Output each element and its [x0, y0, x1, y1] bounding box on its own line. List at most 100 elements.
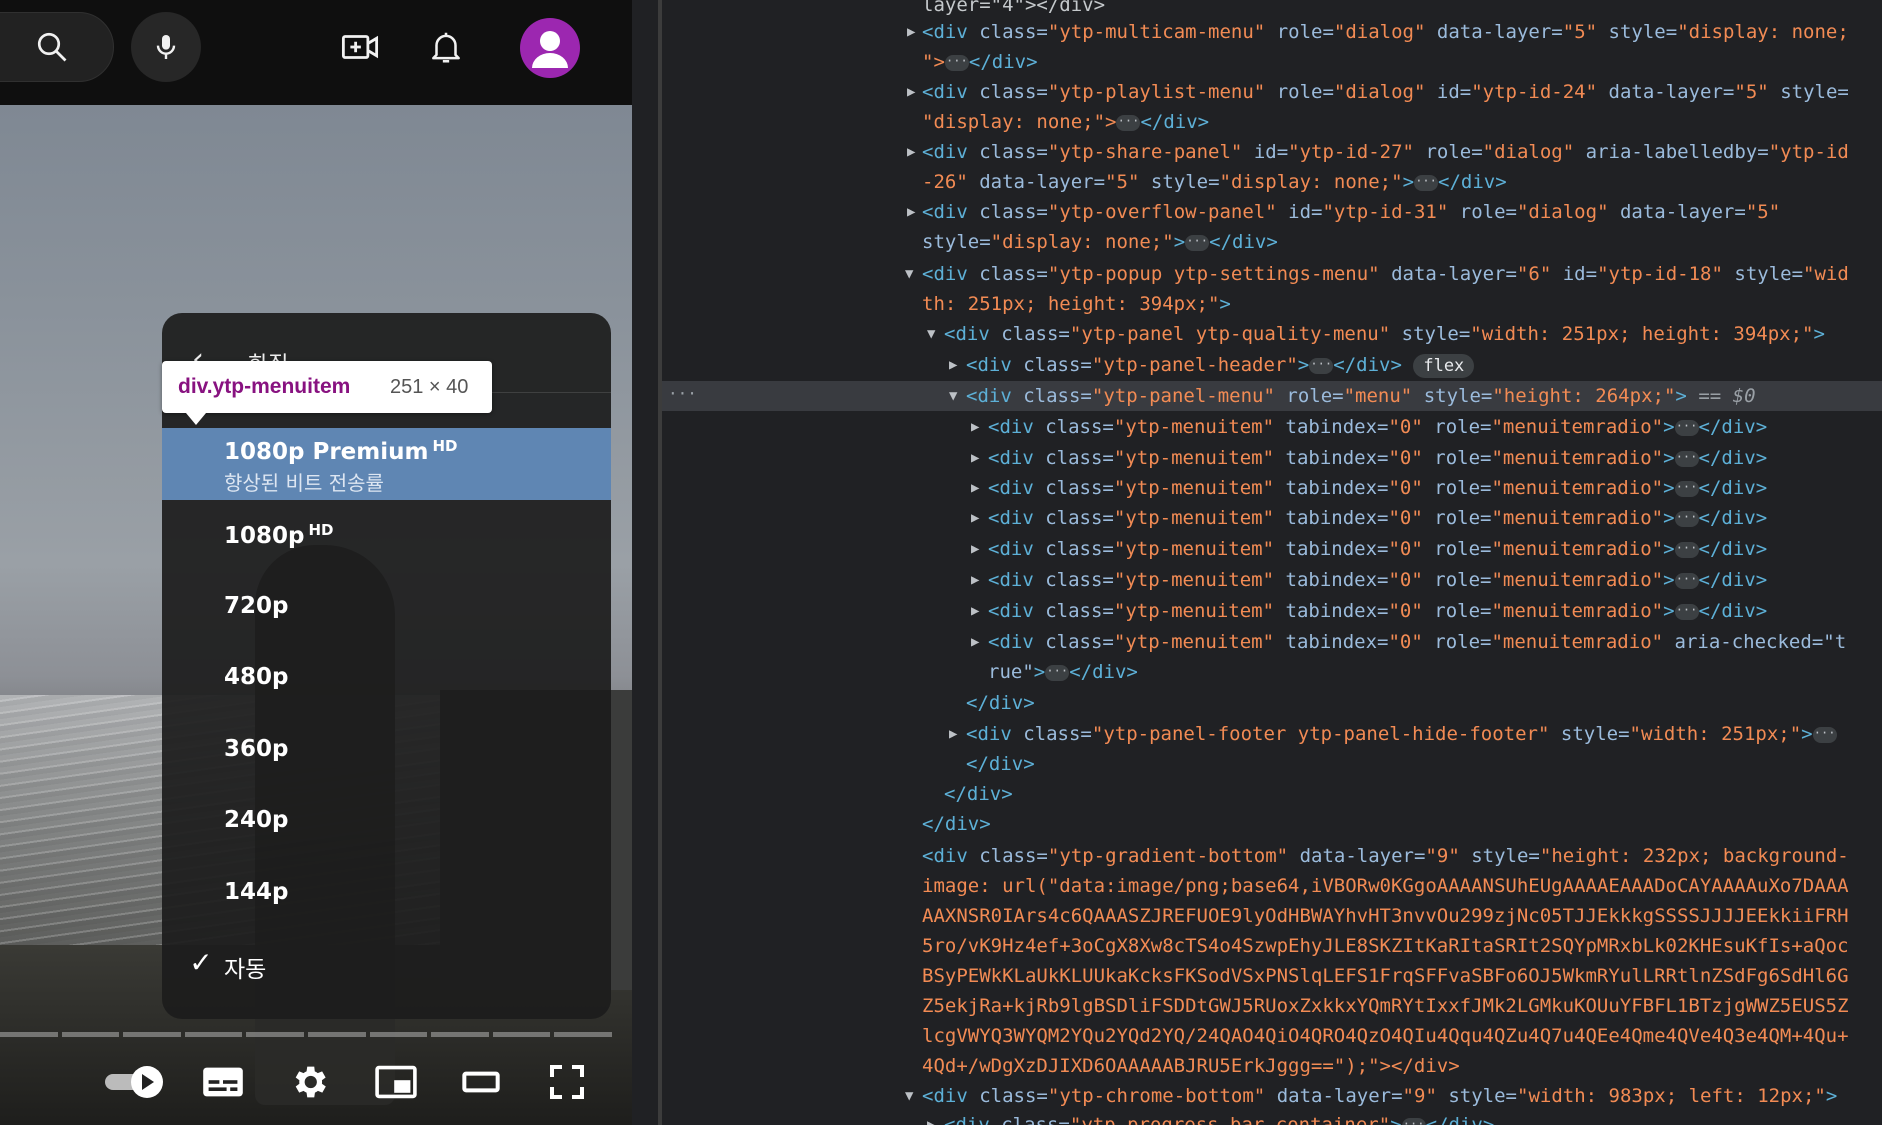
more-actions-icon[interactable]: ··· [668, 381, 697, 411]
chapter-segment [431, 1032, 489, 1037]
dom-line[interactable]: <div class="ytp-menuitem" tabindex="0" r… [988, 443, 1767, 473]
create-button[interactable] [330, 17, 390, 77]
collapsed-ellipsis[interactable]: ··· [944, 54, 969, 71]
collapsed-ellipsis[interactable]: ··· [1674, 510, 1699, 527]
quality-option-720p[interactable]: 720p [162, 571, 611, 643]
miniplayer-button[interactable] [366, 1052, 426, 1112]
dom-line[interactable]: AAXNSR0IArs4c6QAAASZJREFUOE9lyOdHBWAYhvH… [922, 901, 1849, 931]
quality-option-auto[interactable]: ✓ 자동 [162, 928, 611, 1000]
expand-triangle-icon[interactable]: ▶ [907, 197, 915, 227]
dom-line[interactable]: <div class="ytp-menuitem" tabindex="0" r… [988, 412, 1767, 442]
dom-line[interactable]: <div class="ytp-overflow-panel" id="ytp-… [922, 197, 1780, 227]
dom-line[interactable]: <div class="ytp-menuitem" tabindex="0" r… [988, 565, 1767, 595]
dom-line[interactable]: image: url("data:image/png;base64,iVBORw… [922, 871, 1849, 901]
dom-line[interactable]: <div class="ytp-multicam-menu" role="dia… [922, 17, 1849, 47]
expand-triangle-icon[interactable]: ▶ [927, 1110, 935, 1125]
expand-triangle-icon[interactable]: ▶ [907, 17, 915, 47]
autoplay-toggle[interactable] [102, 1052, 168, 1112]
theater-mode-button[interactable] [451, 1052, 511, 1112]
collapsed-ellipsis[interactable]: ··· [1674, 603, 1699, 620]
collapsed-ellipsis[interactable]: ··· [1674, 450, 1699, 467]
dom-line[interactable]: </div> [944, 779, 1013, 809]
collapsed-ellipsis[interactable]: ··· [1185, 234, 1210, 251]
collapse-triangle-icon[interactable]: ▼ [905, 259, 913, 289]
dom-line[interactable]: 4Qd+/wDgXzDJIXD6OAAAAABJRU5ErkJggg==");"… [922, 1051, 1460, 1081]
settings-button[interactable] [279, 1052, 339, 1112]
expand-triangle-icon[interactable]: ▶ [971, 443, 979, 473]
bell-icon [432, 32, 460, 63]
dom-line[interactable]: </div> [922, 809, 991, 839]
settings-gear-icon [295, 1066, 326, 1098]
collapsed-ellipsis[interactable]: ··· [1812, 726, 1837, 743]
expand-triangle-icon[interactable]: ▶ [949, 719, 957, 749]
dom-line[interactable]: style="display: none;">···</div> [922, 227, 1278, 257]
dom-line[interactable]: <div class="ytp-menuitem" tabindex="0" r… [988, 503, 1767, 533]
collapsed-ellipsis[interactable]: ··· [1674, 572, 1699, 589]
dom-line[interactable]: </div> [966, 688, 1035, 718]
dom-line[interactable]: Z5ekjRa+kjRb9lgBSDliFSDDtGWJ5RUoxZxkkxYQ… [922, 991, 1849, 1021]
collapse-triangle-icon[interactable]: ▼ [927, 319, 935, 349]
quality-option-144p[interactable]: 144p [162, 857, 611, 929]
dom-line-selected[interactable]: <div class="ytp-panel-menu" role="menu" … [966, 381, 1756, 411]
avatar[interactable] [520, 18, 580, 78]
quality-option-1080p-premium[interactable]: 1080p Premium HD 향상된 비트 전송률 [162, 428, 611, 500]
expand-triangle-icon[interactable]: ▶ [971, 503, 979, 533]
expand-triangle-icon[interactable]: ▶ [971, 473, 979, 503]
quality-label: 1080p [224, 523, 305, 549]
quality-option-1080p[interactable]: 1080p HD [162, 499, 611, 571]
dom-line[interactable]: "display: none;">···</div> [922, 107, 1209, 137]
dom-line[interactable]: <div class="ytp-share-panel" id="ytp-id-… [922, 137, 1849, 167]
dom-line[interactable]: <div class="ytp-menuitem" tabindex="0" r… [988, 627, 1846, 657]
dom-line[interactable]: <div class="ytp-menuitem" tabindex="0" r… [988, 534, 1767, 564]
dom-line[interactable]: th: 251px; height: 394px;"> [922, 289, 1231, 319]
expand-triangle-icon[interactable]: ▶ [971, 534, 979, 564]
dom-line[interactable]: <div class="ytp-menuitem" tabindex="0" r… [988, 596, 1767, 626]
collapsed-ellipsis[interactable]: ··· [1674, 480, 1699, 497]
dom-line[interactable]: 5ro/vK9Hz4ef+3oCgX8Xw8cTS4o4SzwpEhyJLE8S… [922, 931, 1849, 961]
notifications-button[interactable] [416, 17, 476, 77]
collapsed-ellipsis[interactable]: ··· [1401, 1117, 1426, 1125]
dom-line[interactable]: <div class="ytp-panel-header">···</div> … [966, 350, 1475, 380]
dom-line[interactable]: rue">···</div> [988, 657, 1138, 687]
collapsed-ellipsis[interactable]: ··· [1674, 541, 1699, 558]
expand-triangle-icon[interactable]: ▶ [971, 627, 979, 657]
progress-bar[interactable] [0, 1032, 612, 1037]
quality-option-240p[interactable]: 240p [162, 785, 611, 857]
voice-search-button[interactable] [131, 12, 201, 82]
dom-line[interactable]: <div class="ytp-popup ytp-settings-menu"… [922, 259, 1849, 289]
expand-triangle-icon[interactable]: ▶ [971, 412, 979, 442]
collapsed-ellipsis[interactable]: ··· [1674, 419, 1699, 436]
expand-triangle-icon[interactable]: ▶ [971, 596, 979, 626]
dom-line[interactable]: -26" data-layer="5" style="display: none… [922, 167, 1507, 197]
expand-triangle-icon[interactable]: ▶ [907, 137, 915, 167]
create-video-icon [341, 35, 379, 59]
dom-line[interactable]: <div class="ytp-playlist-menu" role="dia… [922, 77, 1849, 107]
dom-line[interactable]: <div class="ytp-panel-footer ytp-panel-h… [966, 719, 1837, 749]
dom-line[interactable]: <div class="ytp-panel ytp-quality-menu" … [944, 319, 1825, 349]
quality-option-360p[interactable]: 360p [162, 714, 611, 786]
collapse-triangle-icon[interactable]: ▼ [949, 381, 957, 411]
dom-line[interactable]: <div class="ytp-gradient-bottom" data-la… [922, 841, 1849, 871]
collapse-triangle-icon[interactable]: ▼ [905, 1081, 913, 1111]
subtitles-button[interactable] [193, 1052, 253, 1112]
dom-line[interactable]: ">···</div> [922, 47, 1038, 77]
dom-line[interactable]: </div> [966, 749, 1035, 779]
chapter-segment [184, 1032, 243, 1037]
dom-line[interactable]: <div class="ytp-menuitem" tabindex="0" r… [988, 473, 1767, 503]
expand-triangle-icon[interactable]: ▶ [971, 565, 979, 595]
collapsed-ellipsis[interactable]: ··· [1045, 664, 1070, 681]
quality-option-480p[interactable]: 480p [162, 642, 611, 714]
expand-triangle-icon[interactable]: ▶ [907, 77, 915, 107]
flex-badge[interactable]: flex [1413, 353, 1475, 378]
collapsed-ellipsis[interactable]: ··· [1309, 357, 1334, 374]
fullscreen-button[interactable] [537, 1052, 597, 1112]
quality-sublabel: 향상된 비트 전송률 [224, 471, 384, 495]
collapsed-ellipsis[interactable]: ··· [1116, 114, 1141, 131]
expand-triangle-icon[interactable]: ▶ [949, 350, 957, 380]
dom-line[interactable]: BSyPEWkKLaUkKLUUkaKcksFKSodVSxPNSlqLEFS1… [922, 961, 1849, 991]
dom-line[interactable]: lcgVWYQ3WYQM2YQu2YQd2YQ/24QAO4QiO4QRO4Qz… [922, 1021, 1849, 1051]
search-button[interactable] [0, 12, 114, 82]
dom-line[interactable]: <div class="ytp-chrome-bottom" data-laye… [922, 1081, 1837, 1111]
dom-line[interactable]: <div class="ytp-progress-bar-container">… [944, 1110, 1494, 1125]
collapsed-ellipsis[interactable]: ··· [1414, 174, 1439, 191]
